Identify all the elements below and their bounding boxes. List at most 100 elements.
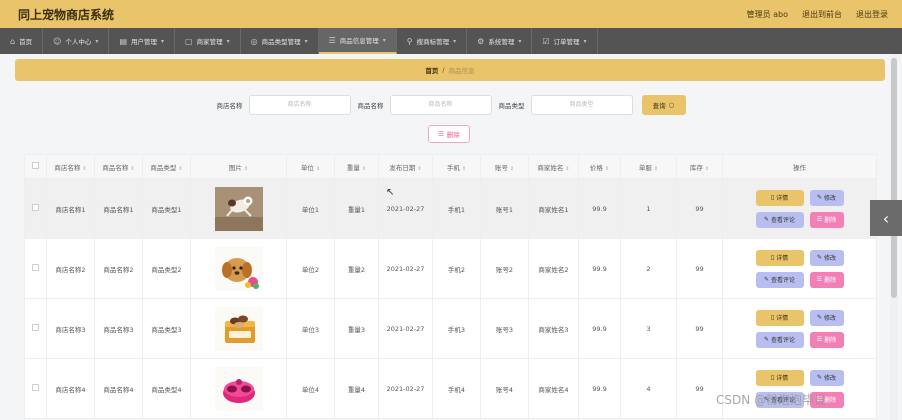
batch-delete-button[interactable]: ☰ 删除: [428, 125, 470, 143]
cell-price: 99.9: [578, 298, 621, 359]
detail-button[interactable]: ▯ 详情: [755, 189, 804, 206]
view-reviews-button[interactable]: ✎ 查看评论: [755, 331, 804, 348]
product-image[interactable]: [214, 306, 263, 351]
sort-icon[interactable]: ⇕: [565, 166, 569, 172]
detail-button[interactable]: ▯ 详情: [755, 369, 804, 386]
detail-button[interactable]: ▯ 详情: [755, 249, 804, 266]
nav-item-6[interactable]: ⚲ 搜商标管理 ▾: [397, 28, 468, 54]
row-checkbox[interactable]: [32, 324, 39, 331]
product-image[interactable]: [214, 246, 263, 291]
row-checkbox[interactable]: [32, 384, 39, 391]
logout-link[interactable]: 退出登录: [856, 9, 888, 20]
table-row[interactable]: 商店名称4 商品名称4 商品类型4 单位4 重量4 2021-02-27 手机4 账号4 商家姓…: [24, 358, 877, 419]
column-header[interactable]: 商家姓名 ⇕: [528, 154, 579, 179]
chevron-down-icon: ▾: [453, 37, 457, 45]
column-header[interactable]: 重量 ⇕: [334, 154, 379, 179]
delete-button[interactable]: ☰ 删除: [809, 331, 844, 348]
column-header[interactable]: 账号 ⇕: [480, 154, 529, 179]
view-reviews-button[interactable]: ✎ 查看评论: [755, 271, 804, 288]
delete-button-label: 删除: [824, 217, 837, 224]
nav-item-label: 商品信息管理: [339, 37, 379, 45]
list-icon: ☰: [438, 130, 444, 138]
edit-button[interactable]: ✎ 修改: [809, 369, 844, 386]
column-header[interactable]: 操作: [722, 154, 877, 179]
cell-date: 2021-02-27: [378, 238, 433, 299]
sort-icon[interactable]: ⇕: [130, 166, 134, 172]
cell-store: 商店名称2: [46, 238, 95, 299]
order-icon: ☑: [542, 36, 550, 46]
sort-icon[interactable]: ⇕: [316, 166, 320, 172]
detail-button-label: 详情: [776, 195, 789, 202]
scrollbar-thumb[interactable]: [891, 58, 897, 298]
sort-icon[interactable]: ⇕: [605, 166, 609, 172]
nav-item-0[interactable]: ⌂ 首页: [0, 28, 44, 54]
settings-icon: ⚙: [477, 36, 485, 46]
row-checkbox[interactable]: [32, 264, 39, 271]
column-header[interactable]: 图片 ⇕: [190, 154, 287, 179]
detail-button[interactable]: ▯ 详情: [755, 309, 804, 326]
breadcrumb-home[interactable]: 首页: [425, 65, 438, 75]
store-name-input[interactable]: 商店名称: [248, 95, 351, 115]
product-name-input[interactable]: 商品名称: [389, 95, 492, 115]
view-reviews-button[interactable]: ✎ 查看评论: [755, 211, 804, 228]
sort-icon[interactable]: ⇕: [462, 166, 466, 172]
row-checkbox[interactable]: [32, 204, 39, 211]
nav-item-4[interactable]: ◎ 商品类型管理 ▾: [241, 28, 319, 54]
cell-price: 99.9: [578, 238, 621, 299]
column-header-label: 发布日期: [389, 163, 416, 172]
nav-item-7[interactable]: ⚙ 系统管理 ▾: [467, 28, 533, 54]
sort-icon[interactable]: ⇕: [705, 166, 709, 172]
nav-item-1[interactable]: ☺ 个人中心 ▾: [43, 28, 110, 54]
delete-button[interactable]: ☰ 删除: [809, 211, 844, 228]
sort-icon[interactable]: ⇕: [244, 166, 248, 172]
nav-item-label: 商家管理: [196, 38, 223, 46]
product-image[interactable]: [214, 186, 263, 231]
nav-item-3[interactable]: ▢ 商家管理 ▾: [175, 28, 241, 54]
column-header-label: 商品类型: [150, 163, 177, 172]
nav-item-8[interactable]: ☑ 订单管理 ▾: [532, 28, 598, 54]
nav-item-label: 搜商标管理: [416, 38, 450, 46]
table-row[interactable]: 商店名称3 商品名称3 商品类型3 单位3 重量3 2021-02-27 手机3 账号3 商家姓…: [24, 298, 877, 359]
user-icon: ☺: [53, 36, 62, 46]
sort-icon[interactable]: ⇕: [510, 166, 514, 172]
action-buttons: ▯ 详情 ✎ 修改 ✎ 查看评论 ☰ 删除: [724, 249, 876, 288]
cell-store: 商店名称1: [46, 178, 95, 239]
sort-icon[interactable]: ⇕: [417, 166, 421, 172]
table-row[interactable]: 商店名称2 商品名称2 商品类型2 单位2 重量2 2021-02-27 手机2 账号2 商家姓…: [24, 238, 877, 299]
column-header[interactable]: 商品名称 ⇕: [94, 154, 143, 179]
column-header[interactable]: 发布日期 ⇕: [378, 154, 433, 179]
cell-weight: 重量1: [334, 178, 379, 239]
product-type-input[interactable]: 商品类型: [530, 95, 633, 115]
sort-icon[interactable]: ⇕: [178, 166, 182, 172]
column-header[interactable]: 库存 ⇕: [676, 154, 723, 179]
column-header[interactable]: 手机 ⇕: [432, 154, 481, 179]
product-image[interactable]: [214, 366, 263, 411]
cell-single: 1: [620, 178, 677, 239]
column-header[interactable]: 单位 ⇕: [286, 154, 335, 179]
edit-button[interactable]: ✎ 修改: [809, 309, 844, 326]
select-all-checkbox[interactable]: [32, 162, 39, 169]
nav-item-5[interactable]: ☰ 商品信息管理 ▾: [318, 28, 397, 54]
sort-icon[interactable]: ⇕: [654, 166, 658, 172]
cell-product: 商品名称1: [94, 178, 143, 239]
edit-button[interactable]: ✎ 修改: [809, 249, 844, 266]
row-select-cell: [24, 358, 47, 419]
side-collapse-button[interactable]: ‹: [870, 200, 902, 236]
delete-button[interactable]: ☰ 删除: [809, 271, 844, 288]
table-row[interactable]: 商店名称1 商品名称1 商品类型1 单位1 重量1 2021-02-27 手机1 账号1 商家姓…: [24, 178, 877, 239]
main-nav: ⌂ 首页 ☺ 个人中心 ▾ ▤ 用户管理 ▾ ▢ 商家管理 ▾ ◎ 商品类型管理 ▾ ☰ 商品信息管理 ▾ ⚲ 搜商…: [0, 28, 902, 54]
column-header[interactable]: 价格 ⇕: [578, 154, 621, 179]
edit-icon: ✎: [816, 194, 822, 201]
sort-icon[interactable]: ⇕: [82, 166, 86, 172]
nav-item-2[interactable]: ▤ 用户管理 ▾: [109, 28, 176, 54]
column-header[interactable]: 商品类型 ⇕: [142, 154, 191, 179]
cell-phone: 手机4: [432, 358, 481, 419]
column-header[interactable]: 商店名称 ⇕: [46, 154, 95, 179]
edit-button[interactable]: ✎ 修改: [809, 189, 844, 206]
column-header[interactable]: 单服 ⇕: [620, 154, 677, 179]
search-button[interactable]: 查询 ○: [641, 95, 686, 115]
table-header-row: 商店名称 ⇕ 商品名称 ⇕ 商品类型 ⇕ 图片 ⇕ 单位 ⇕ 重量 ⇕ 发布日期 ⇕ 手机 ⇕ 账号 ⇕ 商家姓名 ⇕…: [24, 154, 877, 179]
actions-cell: ▯ 详情 ✎ 修改 ✎ 查看评论 ☰ 删除: [722, 178, 877, 239]
back-to-front-link[interactable]: 退出到前台: [802, 9, 842, 20]
sort-icon[interactable]: ⇕: [362, 166, 366, 172]
